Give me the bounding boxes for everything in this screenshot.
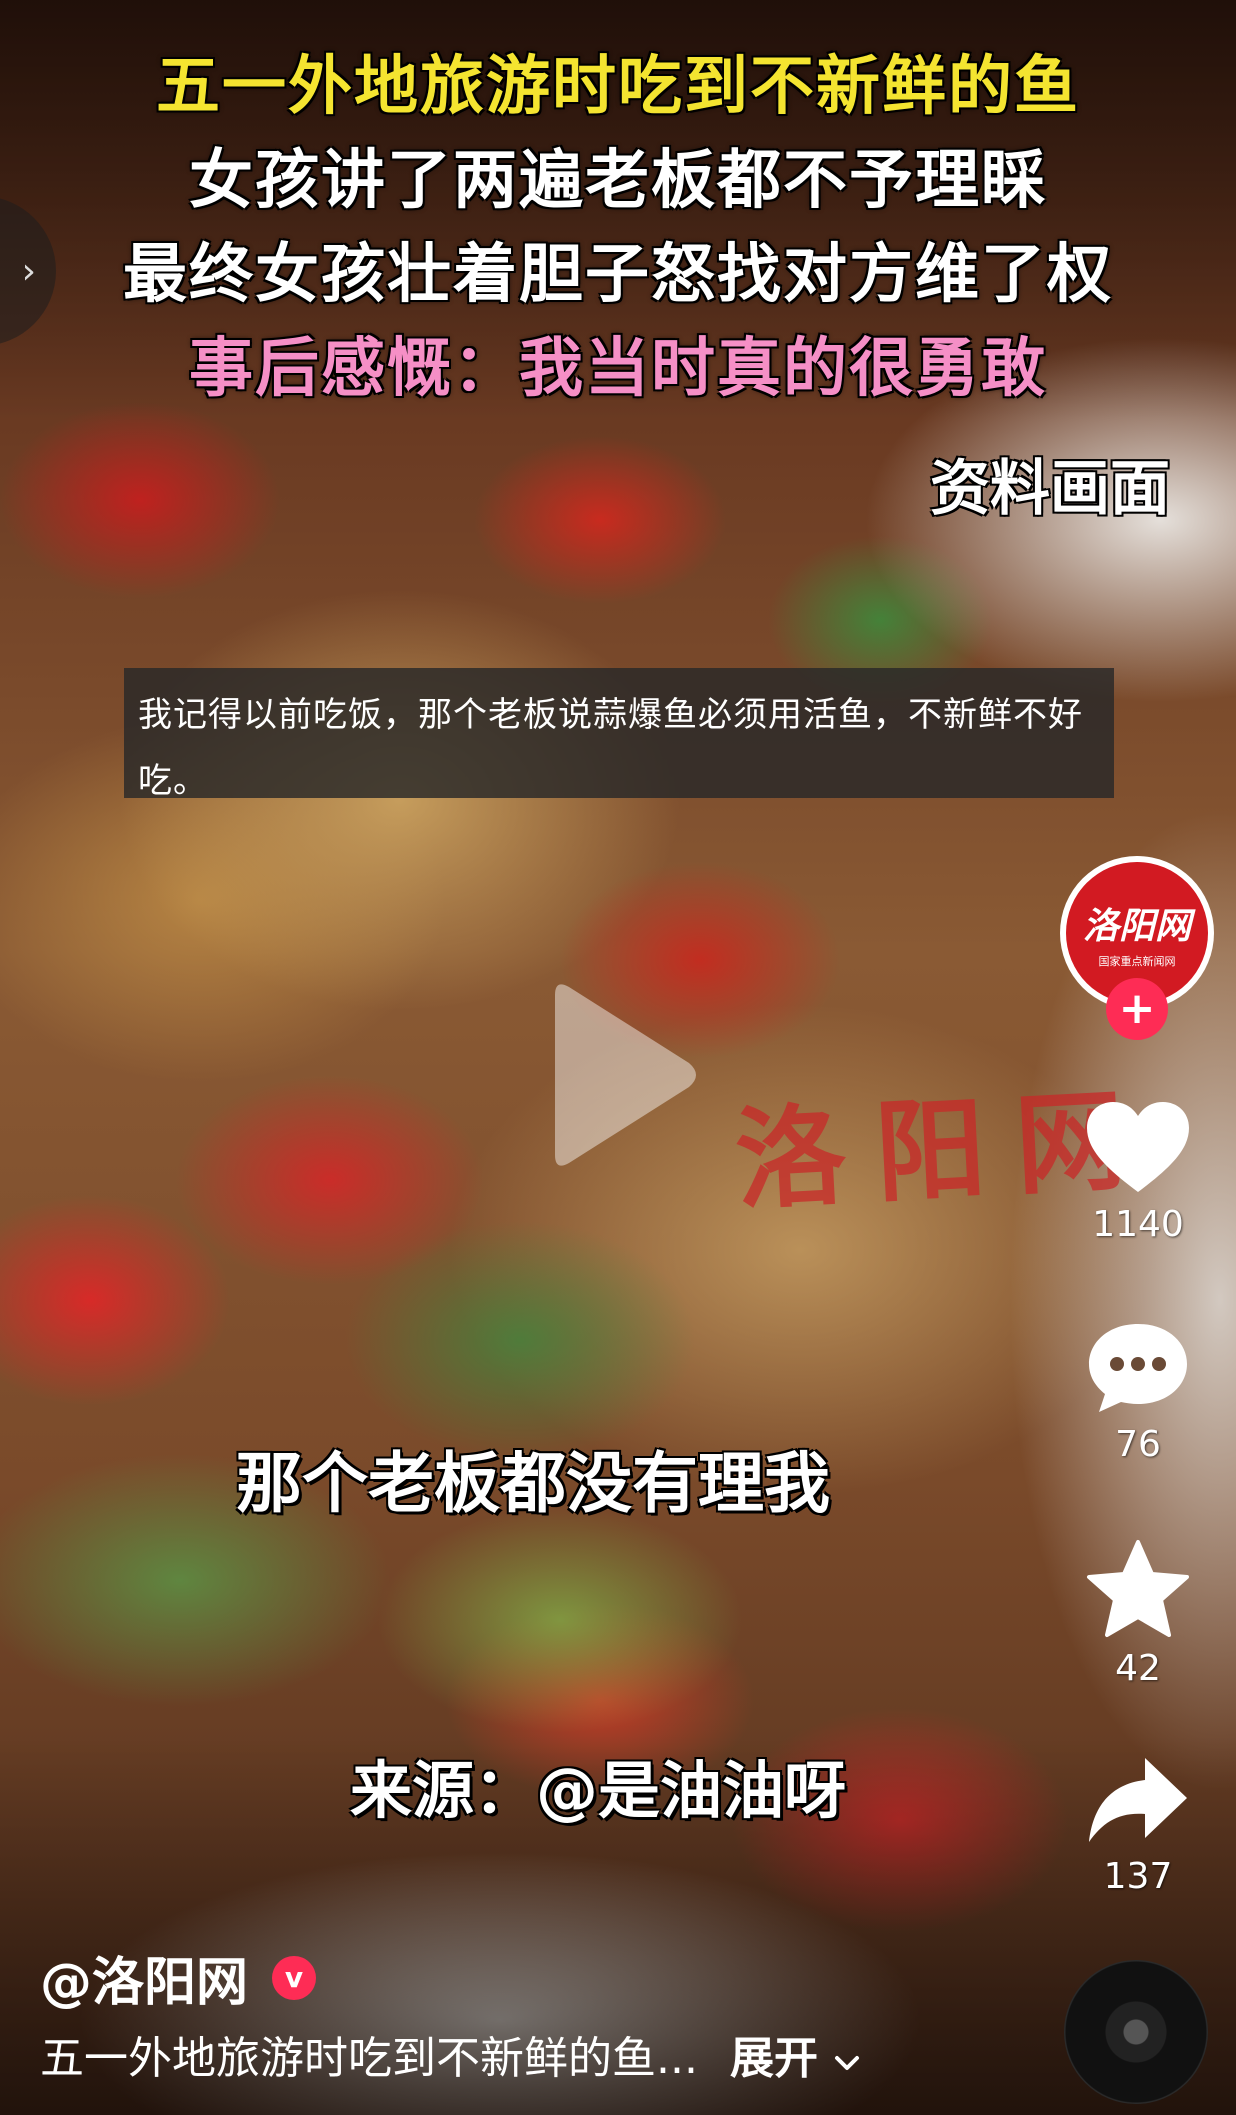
headline-line-1: 五一外地旅游时吃到不新鲜的鱼 (156, 50, 1080, 124)
avatar-sub-text: 国家重点新闻网 (1098, 955, 1176, 968)
video-headline: 五一外地旅游时吃到不新鲜的鱼 女孩讲了两遍老板都不予理睬 最终女孩壮着胆子怒找对… (0, 40, 1236, 416)
heart-icon (1087, 1102, 1189, 1192)
video-description[interactable]: 五一外地旅游时吃到不新鲜的鱼... 展开 (40, 2022, 861, 2086)
caption-box: 我记得以前吃饭，那个老板说蒜爆鱼必须用活鱼，不新鲜不好吃。 (124, 668, 1114, 801)
subtitle-line-1-text: 那个老板都没有理我 (236, 1445, 830, 1522)
share-count: 137 (1103, 1856, 1173, 1897)
share-icon (1089, 1758, 1187, 1842)
author-info[interactable]: @洛阳网 v (40, 1940, 317, 2015)
expand-button[interactable]: 展开 (730, 2033, 861, 2084)
avatar-logo-text: 洛阳网 (1082, 905, 1191, 947)
expand-label: 展开 (729, 2033, 818, 2084)
comment-count: 76 (1115, 1424, 1161, 1465)
comment-icon (1089, 1324, 1187, 1412)
like-button[interactable]: 1140 (1078, 1098, 1198, 1245)
author-name[interactable]: @洛阳网 (40, 1940, 248, 2015)
plus-icon: + (1118, 983, 1156, 1034)
comment-button[interactable]: 76 (1078, 1318, 1198, 1465)
headline-line-3: 最终女孩壮着胆子怒找对方维了权 (123, 238, 1113, 312)
headline-line-4: 事后感慨：我当时真的很勇敢 (189, 332, 1047, 406)
like-count: 1140 (1092, 1204, 1184, 1245)
favorite-count: 42 (1115, 1648, 1161, 1689)
subtitle-line-1: 那个老板都没有理我 (0, 1430, 1236, 1526)
verified-badge-icon: v (272, 1955, 317, 2000)
follow-button[interactable]: + (1106, 978, 1168, 1040)
subtitle-line-2: 来源：@是油油呀 (350, 1754, 847, 1827)
headline-line-2: 女孩讲了两遍老板都不予理睬 (189, 144, 1047, 218)
archive-footage-tag: 资料画面 (930, 454, 1170, 524)
share-button[interactable]: 137 (1078, 1750, 1198, 1897)
caption-text: 我记得以前吃饭，那个老板说蒜爆鱼必须用活鱼，不新鲜不好吃。 (138, 695, 1083, 801)
favorite-button[interactable]: 42 (1078, 1538, 1198, 1689)
chevron-down-icon (835, 2056, 860, 2070)
play-icon[interactable] (535, 975, 705, 1179)
description-text: 五一外地旅游时吃到不新鲜的鱼... (40, 2033, 698, 2084)
star-icon (1087, 1540, 1189, 1637)
music-disc-icon[interactable] (1064, 1960, 1208, 2104)
